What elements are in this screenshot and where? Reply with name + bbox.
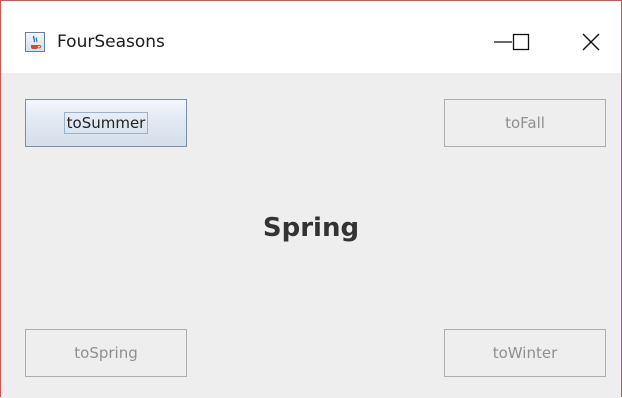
close-icon: [582, 33, 600, 51]
close-button[interactable]: [561, 1, 621, 73]
to-fall-label: toFall: [505, 114, 545, 132]
to-winter-label: toWinter: [492, 344, 558, 362]
title-bar[interactable]: FourSeasons: [1, 1, 621, 73]
to-spring-label: toSpring: [74, 344, 138, 362]
to-fall-button[interactable]: toFall: [444, 99, 606, 147]
window-title: FourSeasons: [57, 32, 165, 52]
maximize-icon: [512, 33, 530, 51]
to-winter-button[interactable]: toWinter: [444, 329, 606, 377]
to-summer-label: toSummer: [63, 112, 149, 134]
maximize-button[interactable]: [491, 1, 551, 73]
content-pane: toSummer toFall Spring toSpring toWinter: [1, 73, 621, 398]
java-coffee-icon[interactable]: [25, 32, 45, 52]
season-label: Spring: [262, 213, 360, 243]
to-spring-button[interactable]: toSpring: [25, 329, 187, 377]
to-summer-button[interactable]: toSummer: [25, 99, 187, 147]
app-window: FourSeasons toSummer toFall Spring toSpr…: [0, 0, 622, 398]
